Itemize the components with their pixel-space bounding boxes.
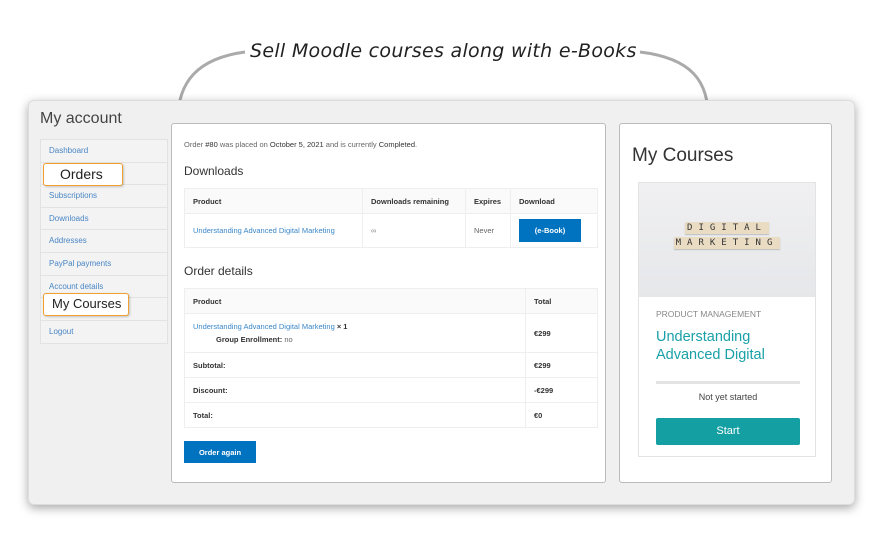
course-image: DIGITAL MARKETING (639, 183, 815, 297)
start-button[interactable]: Start (656, 418, 800, 445)
downloads-title: Downloads (184, 164, 244, 178)
product-link[interactable]: Understanding Advanced Digital Marketing (193, 322, 335, 331)
nav-subscriptions[interactable]: Subscriptions (41, 185, 167, 208)
product-link[interactable]: Understanding Advanced Digital Marketing (193, 226, 335, 235)
course-card[interactable]: DIGITAL MARKETING PRODUCT MANAGEMENT Und… (638, 182, 816, 457)
nav-addresses[interactable]: Addresses (41, 230, 167, 253)
ebook-download-button[interactable]: (e-Book) (519, 219, 581, 242)
order-again-button[interactable]: Order again (184, 441, 256, 463)
table-row: Discount: -€299 (184, 377, 598, 403)
order-details-table: Product Total Understanding Advanced Digi… (184, 288, 598, 428)
course-status: Not yet started (698, 392, 758, 402)
order-details-title: Order details (184, 264, 253, 278)
my-courses-card: My Courses DIGITAL MARKETING PRODUCT MAN… (619, 123, 832, 483)
course-title[interactable]: Understanding Advanced Digital (656, 328, 806, 364)
course-progress-bar (656, 381, 800, 384)
account-title: My account (40, 110, 122, 127)
table-row: Total: €0 (184, 402, 598, 428)
order-notice: Order #80 was placed on October 5, 2021 … (184, 140, 418, 149)
table-row: Understanding Advanced Digital Marketing… (184, 313, 598, 353)
my-courses-title: My Courses (632, 145, 734, 166)
course-category: PRODUCT MANAGEMENT (656, 309, 762, 319)
nav-paypal[interactable]: PayPal payments (41, 253, 167, 276)
downloads-table: Product Downloads remaining Expires Downloa… (184, 188, 598, 248)
nav-logout[interactable]: Logout (41, 321, 167, 344)
order-card: Order #80 was placed on October 5, 2021 … (171, 123, 606, 483)
table-row: Subtotal: €299 (184, 352, 598, 378)
nav-downloads[interactable]: Downloads (41, 208, 167, 231)
nav-dashboard[interactable]: Dashboard (41, 140, 167, 163)
my-courses-highlight[interactable]: My Courses (43, 293, 129, 316)
orders-highlight[interactable]: Orders (43, 163, 123, 186)
table-row: Understanding Advanced Digital Marketing… (184, 213, 598, 248)
